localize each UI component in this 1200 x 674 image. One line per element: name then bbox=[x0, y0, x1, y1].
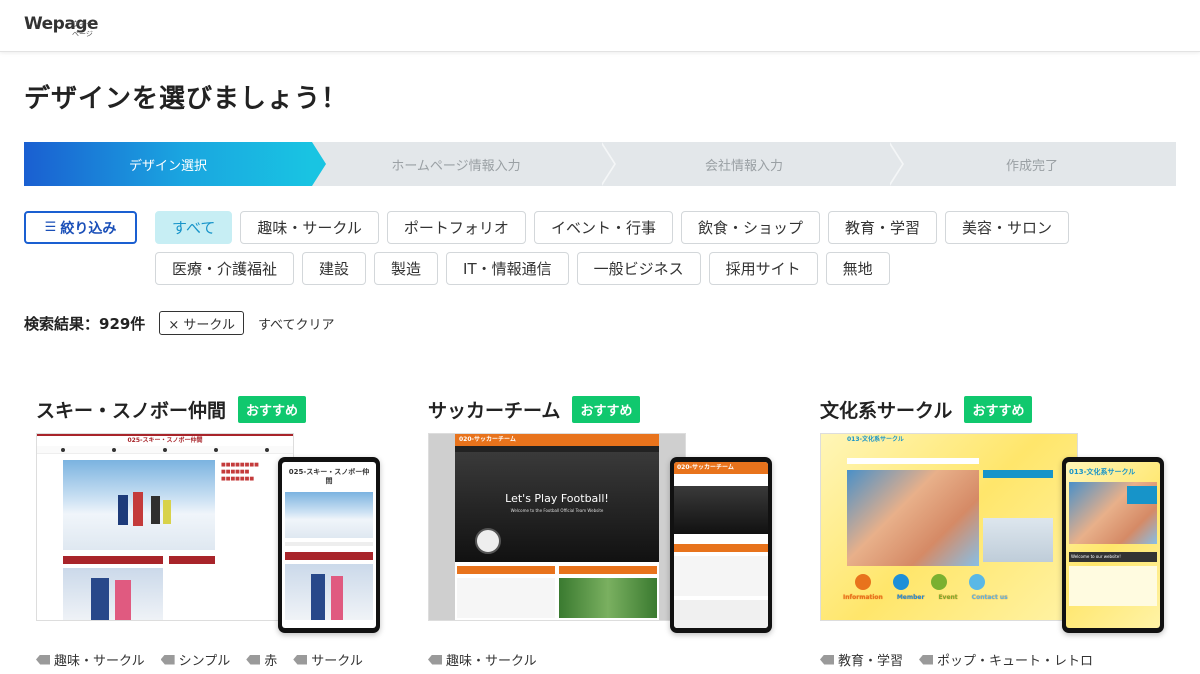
chip-general-business[interactable]: 一般ビジネス bbox=[576, 252, 701, 285]
clear-all-link[interactable]: すべてクリア bbox=[258, 314, 335, 333]
chip-portfolio[interactable]: ポートフォリオ bbox=[386, 211, 526, 244]
template-preview[interactable]: 020-サッカーチーム Let's Play Football! Welcome… bbox=[416, 433, 772, 633]
chip-medical-care[interactable]: 医療・介護福祉 bbox=[155, 252, 295, 285]
desktop-preview: 013-文化系サークル Information Member Event Con… bbox=[820, 433, 1078, 621]
template-card[interactable]: サッカーチーム おすすめ 020-サッカーチーム Let's Play Foot… bbox=[416, 395, 772, 669]
phone-preview: 020-サッカーチーム bbox=[670, 457, 772, 633]
step-design-select: デザイン選択 bbox=[24, 142, 326, 186]
recommended-badge: おすすめ bbox=[572, 395, 641, 423]
progress-steps: デザイン選択 ホームページ情報入力 会社情報入力 作成完了 bbox=[24, 142, 1176, 186]
step-label: デザイン選択 bbox=[128, 158, 207, 174]
desk-heading: 020-サッカーチーム bbox=[455, 434, 659, 446]
desk-heading: 025-スキー・スノボー仲間 bbox=[37, 434, 293, 446]
chip-all[interactable]: すべて bbox=[155, 211, 233, 244]
phone-preview: 025-スキー・スノボー仲間 bbox=[278, 457, 380, 633]
recommended-badge: おすすめ bbox=[964, 395, 1033, 423]
search-results-row: 検索結果：929件 × サークル すべてクリア bbox=[24, 311, 335, 335]
recommended-badge: おすすめ bbox=[238, 395, 307, 423]
step-homepage-info: ホームページ情報入力 bbox=[312, 142, 616, 186]
chip-hobby-circle[interactable]: 趣味・サークル bbox=[240, 211, 379, 244]
card-tags: 趣味・サークル シンプル 赤 サークル bbox=[36, 650, 363, 669]
tag-icon bbox=[36, 654, 50, 665]
step-company-info: 会社情報入力 bbox=[600, 142, 904, 186]
card-tags: 教育・学習 ポップ・キュート・レトロ bbox=[820, 650, 1093, 669]
filter-button[interactable]: ☰ 絞り込み bbox=[24, 211, 137, 244]
tag-icon bbox=[160, 654, 175, 665]
desk-heading: 013-文化系サークル bbox=[847, 436, 904, 443]
desk-hero: Let's Play Football! bbox=[505, 492, 609, 505]
phone-heading: 020-サッカーチーム bbox=[674, 462, 768, 474]
template-preview[interactable]: 013-文化系サークル Information Member Event Con… bbox=[808, 433, 1164, 633]
tag[interactable]: シンプル bbox=[160, 650, 231, 669]
tag-label: サークル bbox=[311, 654, 363, 669]
result-count: 検索結果：929件 bbox=[24, 314, 146, 333]
card-title: スキー・スノボー仲間 bbox=[36, 399, 227, 422]
template-card[interactable]: スキー・スノボー仲間 おすすめ 025-スキー・スノボー仲間 ■■■■■■■■ ■… bbox=[24, 395, 380, 669]
tag-icon bbox=[246, 654, 261, 665]
tag-label: 趣味・サークル bbox=[54, 654, 145, 669]
chip-recruit[interactable]: 採用サイト bbox=[708, 252, 818, 285]
card-title: サッカーチーム bbox=[428, 399, 561, 422]
icon-label: Information bbox=[843, 594, 883, 601]
wepage-logo[interactable]: ウィーページ Wepage bbox=[24, 14, 99, 38]
tag-icon bbox=[293, 654, 308, 665]
active-filter-tag[interactable]: × サークル bbox=[159, 311, 244, 335]
tag-label: 教育・学習 bbox=[838, 654, 904, 669]
tag[interactable]: ポップ・キュート・レトロ bbox=[919, 650, 1093, 669]
step-complete: 作成完了 bbox=[888, 142, 1176, 186]
icon-label: Contact us bbox=[971, 594, 1008, 601]
phone-welcome: Welcome to our website! bbox=[1069, 552, 1157, 562]
tag[interactable]: 趣味・サークル bbox=[428, 650, 537, 669]
tag[interactable]: 教育・学習 bbox=[820, 650, 903, 669]
tag[interactable]: サークル bbox=[293, 650, 363, 669]
chip-event[interactable]: イベント・行事 bbox=[533, 211, 673, 244]
chip-plain[interactable]: 無地 bbox=[825, 252, 890, 285]
chip-manufacturing[interactable]: 製造 bbox=[374, 252, 439, 285]
tag-label: シンプル bbox=[178, 654, 231, 669]
desktop-preview: 025-スキー・スノボー仲間 ■■■■■■■■ ■■■■■■ ■■■■■■■ bbox=[36, 433, 294, 621]
desktop-preview: 020-サッカーチーム Let's Play Football! Welcome… bbox=[428, 433, 686, 621]
chip-education[interactable]: 教育・学習 bbox=[827, 211, 937, 244]
step-label: 作成完了 bbox=[1005, 158, 1058, 174]
tag-label: 赤 bbox=[264, 654, 278, 669]
phone-heading: 025-スキー・スノボー仲間 bbox=[288, 468, 370, 485]
icon-label: Event bbox=[938, 594, 958, 601]
card-title: 文化系サークル bbox=[820, 399, 953, 422]
tag-icon bbox=[820, 654, 834, 665]
filter-label: 絞り込み bbox=[60, 220, 117, 237]
category-chips: すべて 趣味・サークル ポートフォリオ イベント・行事 飲食・ショップ 教育・学… bbox=[155, 211, 1075, 285]
chip-beauty-salon[interactable]: 美容・サロン bbox=[944, 211, 1069, 244]
icon-label: Member bbox=[896, 594, 925, 601]
tag-label: 趣味・サークル bbox=[446, 654, 537, 669]
tag[interactable]: 趣味・サークル bbox=[36, 650, 145, 669]
chip-it[interactable]: IT・情報通信 bbox=[446, 252, 569, 285]
snow-photo bbox=[63, 460, 215, 550]
step-label: ホームページ情報入力 bbox=[391, 158, 521, 174]
phone-heading: 013-文化系サークル bbox=[1069, 468, 1136, 476]
filter-search-icon: ☰ bbox=[44, 220, 57, 235]
desk-sub: Welcome to the Football Official Team We… bbox=[510, 508, 604, 513]
step-label: 会社情報入力 bbox=[704, 158, 783, 174]
chip-food-shop[interactable]: 飲食・ショップ bbox=[680, 211, 820, 244]
app-header: ウィーページ Wepage bbox=[0, 0, 1200, 52]
card-tags: 趣味・サークル bbox=[428, 650, 537, 669]
tag[interactable]: 赤 bbox=[246, 650, 277, 669]
tag-icon bbox=[919, 654, 934, 665]
logo-ruby: ウィーページ bbox=[72, 20, 93, 38]
template-card[interactable]: 文化系サークル おすすめ 013-文化系サークル Information Mem… bbox=[808, 395, 1164, 669]
template-preview[interactable]: 025-スキー・スノボー仲間 ■■■■■■■■ ■■■■■■ ■■■■■■■ 0… bbox=[24, 433, 380, 633]
tag-icon bbox=[428, 654, 442, 665]
phone-preview: 013-文化系サークル Welcome to our website! bbox=[1062, 457, 1164, 633]
tag-label: ポップ・キュート・レトロ bbox=[937, 654, 1094, 669]
chip-construction[interactable]: 建設 bbox=[302, 252, 367, 285]
page-title: デザインを選びましょう！ bbox=[24, 84, 349, 114]
